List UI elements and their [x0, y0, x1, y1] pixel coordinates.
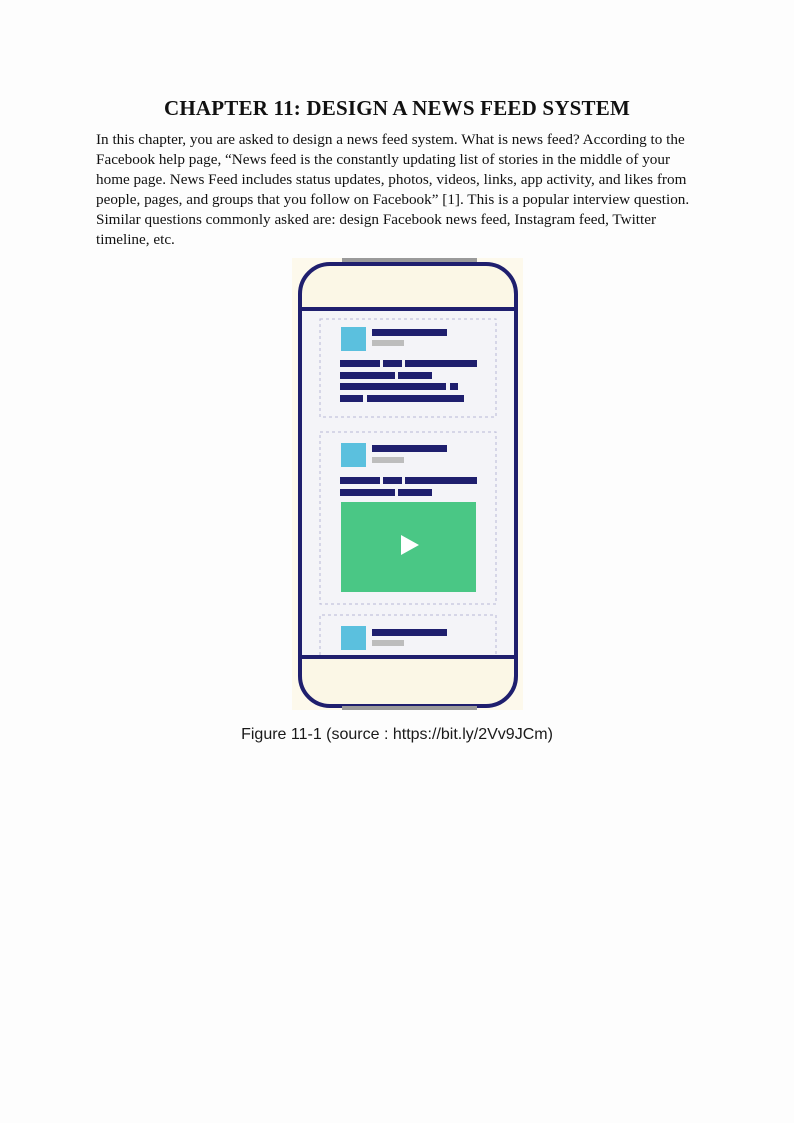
- feed-card: [319, 614, 497, 655]
- figure-caption: Figure 11-1 (source : https://bit.ly/2Vv…: [241, 726, 553, 743]
- feed-card: [319, 318, 497, 418]
- phone-bottom-edge: [342, 706, 477, 710]
- feed-card: [319, 431, 497, 605]
- news-feed-figure: [292, 258, 523, 710]
- intro-paragraph: In this chapter, you are asked to design…: [96, 131, 690, 248]
- avatar: [341, 626, 366, 650]
- avatar: [341, 443, 366, 467]
- phone-top-edge: [342, 258, 477, 262]
- avatar: [341, 327, 366, 351]
- phone-illustration: [298, 258, 518, 710]
- chapter-title: CHAPTER 11: DESIGN A NEWS FEED SYSTEM: [164, 96, 630, 120]
- document-page: CHAPTER 11: DESIGN A NEWS FEED SYSTEM In…: [96, 96, 698, 250]
